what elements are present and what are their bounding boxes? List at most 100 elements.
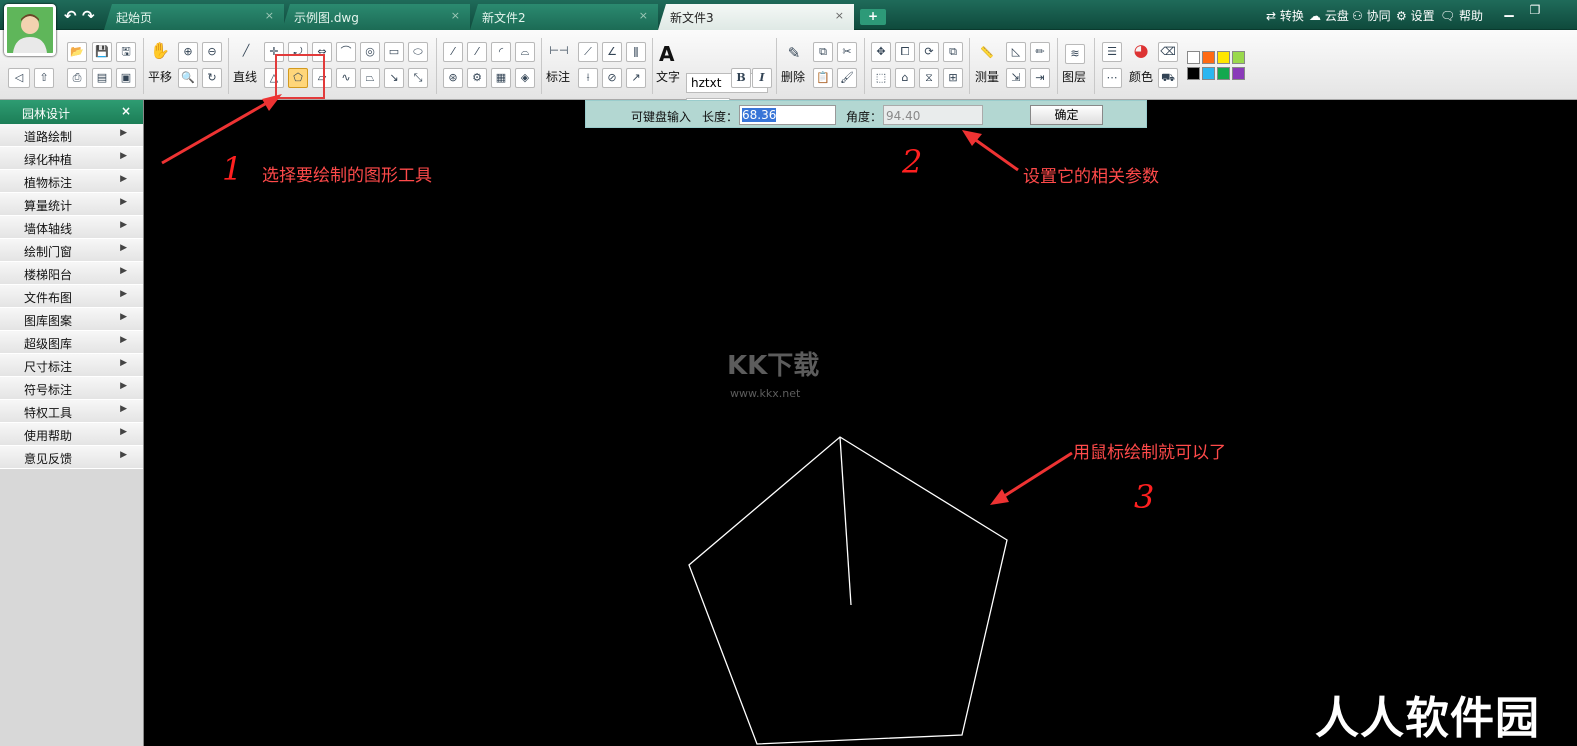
stretch-icon[interactable]: ⬚	[871, 68, 891, 88]
text-tool-icon[interactable]: A	[659, 42, 674, 66]
avatar[interactable]	[4, 4, 56, 56]
attach-icon[interactable]: ⇥	[1030, 68, 1050, 88]
zoom-refresh-icon[interactable]: ↻	[202, 68, 222, 88]
dimension-icon[interactable]: ⊢⊣	[549, 42, 569, 62]
eraser-icon[interactable]: ✎	[784, 44, 804, 64]
dim-leader-icon[interactable]: ↗	[626, 68, 646, 88]
layer-label[interactable]: 图层	[1062, 68, 1086, 85]
spline-tool-icon[interactable]: ∿	[336, 68, 356, 88]
paste-icon[interactable]: 📋	[813, 68, 833, 88]
mirror-icon[interactable]: ⧖	[919, 68, 939, 88]
copy-icon[interactable]: ⧉	[813, 42, 833, 62]
prev-icon[interactable]: ◁	[8, 68, 30, 88]
sidebar-item[interactable]: 算量统计 ▶	[0, 193, 143, 216]
save-icon[interactable]: 💾	[92, 42, 112, 62]
sidebar-item[interactable]: 尺寸标注 ▶	[0, 354, 143, 377]
block-icon[interactable]: ⌂	[895, 68, 915, 88]
zoom-in-icon[interactable]: ⊕	[178, 42, 198, 62]
text-label[interactable]: 文字	[656, 68, 680, 85]
color-swatch[interactable]	[1202, 67, 1215, 80]
angle-input[interactable]: 94.40	[883, 105, 983, 125]
line-label[interactable]: 直线	[233, 68, 257, 85]
bold-button[interactable]: B	[731, 68, 751, 88]
sidebar-item[interactable]: 特权工具 ▶	[0, 400, 143, 423]
collab-menu[interactable]: ⚇ 协同	[1352, 7, 1391, 24]
color-swatch[interactable]	[1232, 67, 1245, 80]
color-eraser-icon[interactable]: ⌫	[1158, 42, 1178, 62]
sidebar-item[interactable]: 绿化种植 ▶	[0, 147, 143, 170]
rectangle-tool-icon[interactable]: ▭	[384, 42, 404, 62]
redo-icon[interactable]: ↷	[82, 7, 95, 25]
dim-aligned-icon[interactable]: ⟋	[578, 42, 598, 62]
sidebar-item[interactable]: 植物标注 ▶	[0, 170, 143, 193]
ellipse-tool-icon[interactable]: ⬭	[408, 42, 428, 62]
pan-label[interactable]: 平移	[148, 68, 172, 85]
zoom-out-icon[interactable]: ⊖	[202, 42, 222, 62]
tab-close-icon[interactable]: ×	[265, 9, 274, 22]
line-type-icon[interactable]: ⋯	[1102, 68, 1122, 88]
offset-icon[interactable]: ⌓	[515, 42, 535, 62]
tab-sample-dwg[interactable]: 示例图.dwg ×	[282, 4, 470, 30]
add-tab-button[interactable]: +	[860, 9, 886, 25]
close-icon[interactable]: ×	[121, 104, 131, 118]
sidebar-item[interactable]: 楼梯阳台 ▶	[0, 262, 143, 285]
line-weight-icon[interactable]: ☰	[1102, 42, 1122, 62]
trapezoid-tool-icon[interactable]: ⏢	[360, 68, 380, 88]
sidebar-item[interactable]: 意见反馈 ▶	[0, 446, 143, 469]
ruler-icon[interactable]: 📏	[977, 44, 997, 64]
fill-icon[interactable]: ◈	[515, 68, 535, 88]
sidebar-item[interactable]: 超级图库 ▶	[0, 331, 143, 354]
delete-label[interactable]: 删除	[781, 68, 805, 85]
tab-close-icon[interactable]: ×	[451, 9, 460, 22]
trim-icon[interactable]: ⁄	[467, 42, 487, 62]
scale-icon[interactable]: ⧠	[895, 42, 915, 62]
layers-icon[interactable]: ≋	[1065, 44, 1085, 64]
color-swatch[interactable]	[1217, 67, 1230, 80]
car-icon[interactable]: ⛟	[1158, 68, 1178, 88]
copy-move-icon[interactable]: ⧉	[943, 42, 963, 62]
gear-snap-icon[interactable]: ⚙	[467, 68, 487, 88]
tab-newfile3[interactable]: 新文件3 ×	[658, 4, 854, 30]
snap-icon[interactable]: ⊛	[443, 68, 463, 88]
help-menu[interactable]: 🗨 帮助	[1440, 7, 1483, 24]
extend-icon[interactable]: ⁄	[443, 42, 463, 62]
sidebar-item[interactable]: 使用帮助 ▶	[0, 423, 143, 446]
open-icon[interactable]: 📂	[67, 42, 87, 62]
length-input[interactable]: 68.36	[739, 105, 836, 125]
minimize-button[interactable]: ▁	[1498, 3, 1520, 19]
area-icon[interactable]: ◺	[1006, 42, 1026, 62]
dim-continuous-icon[interactable]: ǁ	[626, 42, 646, 62]
color-swatch[interactable]	[1187, 51, 1200, 64]
tab-newfile2[interactable]: 新文件2 ×	[470, 4, 658, 30]
sidebar-item[interactable]: 文件布图 ▶	[0, 285, 143, 308]
color-wheel-icon[interactable]: ◕	[1131, 42, 1151, 62]
cut-icon[interactable]: ✂	[837, 42, 857, 62]
dimension-label[interactable]: 标注	[546, 68, 570, 85]
export-image-icon[interactable]: ▣	[116, 68, 136, 88]
italic-button[interactable]: I	[752, 68, 772, 88]
dim-radius-icon[interactable]: ⟊	[578, 68, 598, 88]
dim-angle-icon[interactable]: ∠	[602, 42, 622, 62]
dim-diameter-icon[interactable]: ⊘	[602, 68, 622, 88]
sidebar-item[interactable]: 绘制门窗 ▶	[0, 239, 143, 262]
zoom-window-icon[interactable]: 🔍	[178, 68, 198, 88]
sidebar-item[interactable]: 符号标注 ▶	[0, 377, 143, 400]
fillet-icon[interactable]: ◜	[491, 42, 511, 62]
pdf-icon[interactable]: ▤	[92, 68, 112, 88]
move-icon[interactable]: ✥	[871, 42, 891, 62]
array-icon[interactable]: ⊞	[943, 68, 963, 88]
next-icon[interactable]: ⇧	[34, 68, 54, 88]
pick-color-icon[interactable]: ✏	[1030, 42, 1050, 62]
color-swatch[interactable]	[1217, 51, 1230, 64]
confirm-button[interactable]: 确定	[1030, 105, 1103, 125]
double-arrow-icon[interactable]: ⤡	[408, 68, 428, 88]
print-icon[interactable]: ⎙	[67, 68, 87, 88]
color-swatch[interactable]	[1202, 51, 1215, 64]
sidebar-item[interactable]: 道路绘制 ▶	[0, 124, 143, 147]
curve-icon[interactable]: ⌒	[336, 42, 356, 62]
restore-button[interactable]: ❐	[1524, 3, 1546, 19]
measure-label[interactable]: 测量	[975, 68, 999, 85]
sidebar-header[interactable]: 园林设计 ×	[0, 100, 143, 124]
format-brush-icon[interactable]: 🖌	[837, 68, 857, 88]
line-tool-icon[interactable]: ╱	[236, 42, 256, 62]
